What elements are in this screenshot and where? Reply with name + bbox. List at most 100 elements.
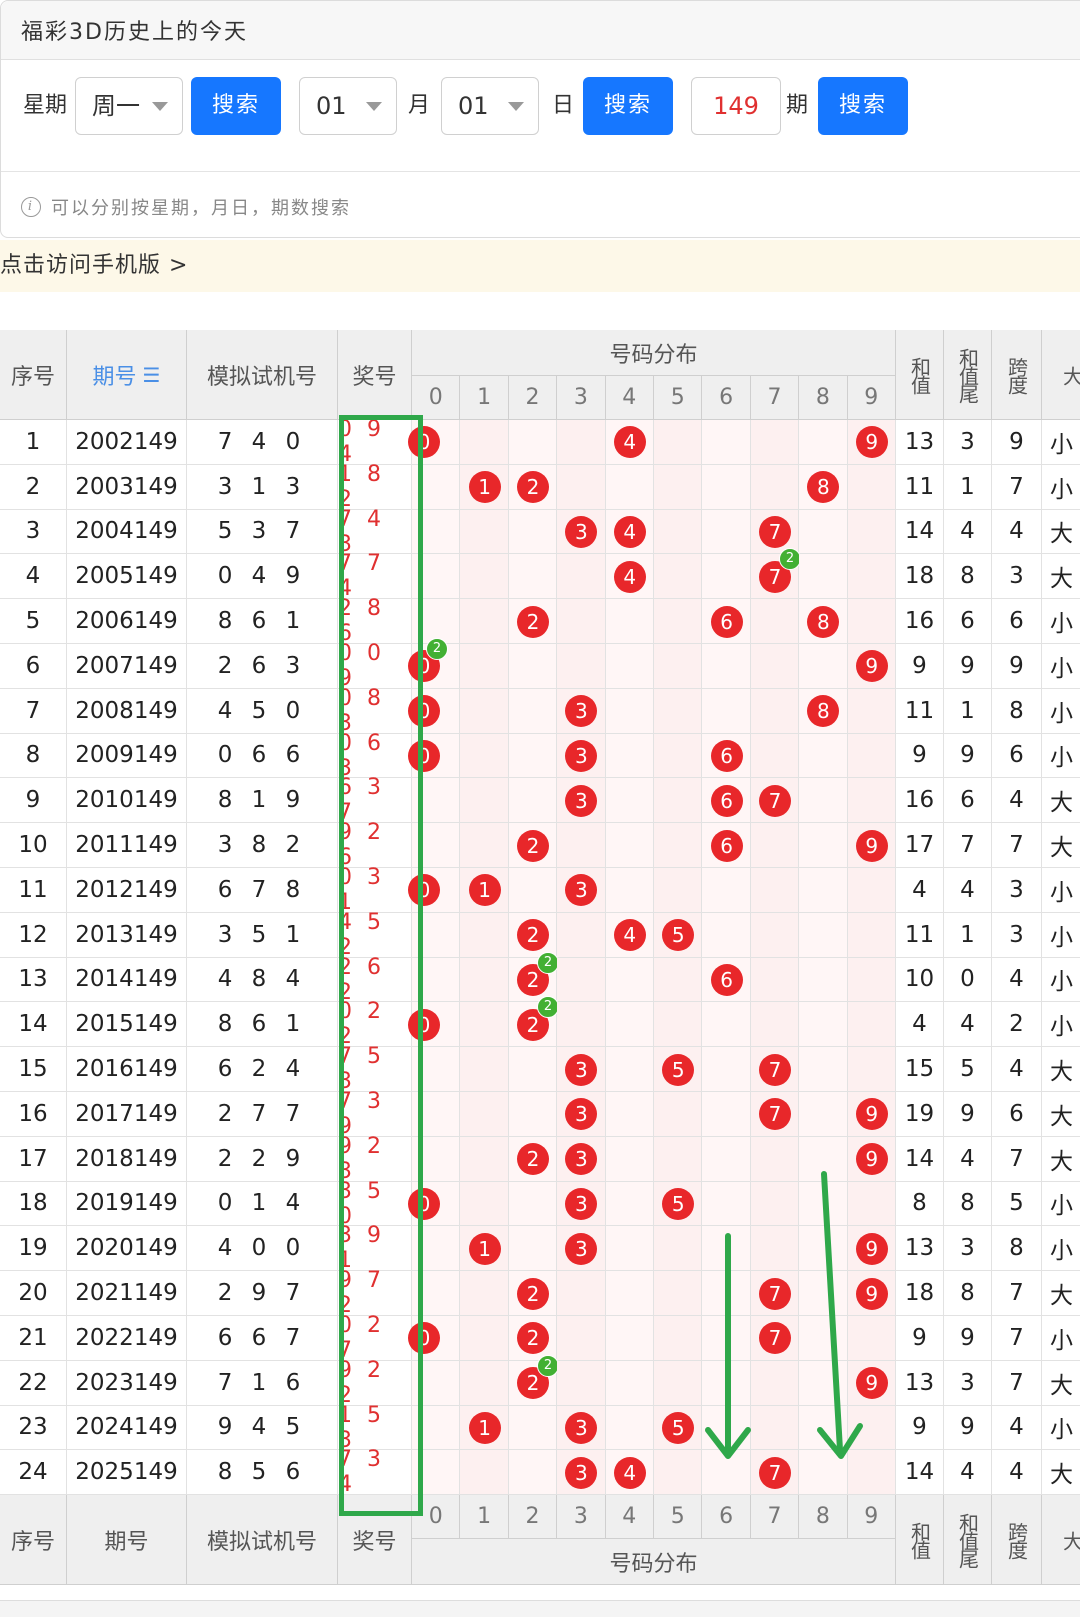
dist-cell-6	[702, 465, 750, 510]
cell-issue: 2003149	[67, 465, 187, 510]
cell-issue: 2015149	[67, 1002, 187, 1047]
cell-trial: 6 7 8	[187, 868, 338, 913]
repeat-count-badge: 2	[537, 1355, 559, 1377]
cell-sum-tail: 9	[944, 1406, 992, 1451]
dist-cell-4	[606, 689, 654, 734]
dist-cell-7	[751, 958, 799, 1003]
header-digit-0: 0	[412, 376, 460, 420]
dist-cell-8	[799, 1047, 847, 1092]
dist-cell-5: 5	[654, 1182, 702, 1227]
cell-sum-tail: 3	[944, 420, 992, 465]
cell-sum-tail: 1	[944, 689, 992, 734]
cell-span: 6	[992, 599, 1042, 644]
cell-sum: 9	[896, 1316, 944, 1361]
dist-cell-3: 3	[557, 689, 605, 734]
cell-span: 7	[992, 1316, 1042, 1361]
cell-seq: 3	[0, 510, 67, 555]
dist-cell-2	[509, 734, 557, 779]
dist-cell-3	[557, 1316, 605, 1361]
dist-cell-4	[606, 1316, 654, 1361]
dist-cell-9	[848, 958, 896, 1003]
cell-size: 小	[1042, 1316, 1080, 1361]
cell-trial: 8 6 1	[187, 1002, 338, 1047]
cell-seq: 12	[0, 913, 67, 958]
number-ball: 3	[565, 785, 597, 817]
cell-sum: 10	[896, 958, 944, 1003]
cell-issue: 2006149	[67, 599, 187, 644]
big-label: 大	[1061, 1531, 1080, 1549]
number-ball: 2	[517, 1278, 549, 1310]
dist-cell-4	[606, 1092, 654, 1137]
number-ball: 2	[517, 471, 549, 503]
dist-cell-4	[606, 1137, 654, 1182]
cell-span: 8	[992, 689, 1042, 734]
dist-cell-8	[799, 868, 847, 913]
cell-sum-tail: 8	[944, 1182, 992, 1227]
dist-cell-5	[654, 734, 702, 779]
dist-cell-1	[460, 913, 508, 958]
dist-cell-1	[460, 1450, 508, 1495]
cell-trial: 8 1 9	[187, 778, 338, 823]
cell-issue: 2024149	[67, 1406, 187, 1451]
cell-size: 小	[1042, 1002, 1080, 1047]
dist-cell-4	[606, 823, 654, 868]
cell-span: 7	[992, 1137, 1042, 1182]
footer-seq: 序号	[0, 1495, 67, 1585]
cell-sum-tail: 4	[944, 1002, 992, 1047]
header-digit-4: 4	[606, 376, 654, 420]
footer-trial: 模拟试机号	[187, 1495, 338, 1585]
dist-cell-5	[654, 823, 702, 868]
dist-cell-1	[460, 1271, 508, 1316]
dist-cell-9	[848, 778, 896, 823]
dist-cell-5	[654, 465, 702, 510]
header-dist-group: 号码分布	[412, 330, 896, 376]
header-award: 奖号	[338, 330, 412, 420]
award-column-highlight	[339, 415, 423, 1516]
dist-cell-7: 7	[751, 1092, 799, 1137]
dist-cell-5	[654, 1226, 702, 1271]
dist-cell-4: 4	[606, 420, 654, 465]
cell-size: 小	[1042, 599, 1080, 644]
cell-issue: 2004149	[67, 510, 187, 555]
dist-cell-8	[799, 510, 847, 555]
history-table: 序号期号☰模拟试机号奖号号码分布0123456789和值和值尾跨度大120021…	[0, 0, 1080, 1616]
number-ball: 9	[856, 426, 888, 458]
cell-sum: 4	[896, 868, 944, 913]
dist-cell-5	[654, 510, 702, 555]
cell-sum-tail: 3	[944, 1361, 992, 1406]
cell-span: 2	[992, 1002, 1042, 1047]
cell-seq: 15	[0, 1047, 67, 1092]
dist-cell-8	[799, 958, 847, 1003]
number-ball: 8	[807, 471, 839, 503]
cell-trial: 0 1 4	[187, 1182, 338, 1227]
cell-seq: 23	[0, 1406, 67, 1451]
number-ball: 3	[565, 740, 597, 772]
dist-cell-3	[557, 958, 605, 1003]
dist-cell-1	[460, 644, 508, 689]
cell-sum-tail: 1	[944, 913, 992, 958]
cell-sum: 4	[896, 1002, 944, 1047]
sort-icon[interactable]: ☰	[143, 363, 161, 387]
footer-digit-8: 8	[799, 1495, 847, 1539]
dist-cell-4	[606, 1271, 654, 1316]
cell-trial: 6 6 7	[187, 1316, 338, 1361]
dist-cell-7	[751, 868, 799, 913]
number-ball: 1	[469, 471, 501, 503]
cell-trial: 2 9 7	[187, 1271, 338, 1316]
number-ball: 3	[565, 874, 597, 906]
dist-cell-1: 1	[460, 1406, 508, 1451]
dist-cell-2	[509, 1406, 557, 1451]
header-issue[interactable]: 期号☰	[67, 330, 187, 420]
dist-cell-5	[654, 1271, 702, 1316]
dist-cell-3: 3	[557, 1450, 605, 1495]
cell-trial: 4 0 0	[187, 1226, 338, 1271]
number-ball: 6	[711, 740, 743, 772]
header-digit-2: 2	[509, 376, 557, 420]
number-ball: 9	[856, 650, 888, 682]
dist-cell-5	[654, 1137, 702, 1182]
cell-span: 7	[992, 465, 1042, 510]
dist-cell-5	[654, 420, 702, 465]
dist-cell-9: 9	[848, 644, 896, 689]
cell-sum: 9	[896, 644, 944, 689]
dist-cell-3	[557, 554, 605, 599]
